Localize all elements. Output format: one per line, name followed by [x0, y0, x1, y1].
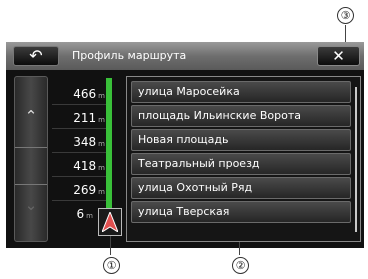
- distance-2: 211 m: [73, 111, 105, 125]
- callout-2: ②: [232, 257, 249, 274]
- scroll-up-button[interactable]: ⌃: [15, 103, 47, 129]
- distance-1: 466 m: [73, 87, 105, 101]
- close-icon: ✕: [332, 47, 345, 65]
- street-item[interactable]: улица Тверская: [131, 201, 351, 223]
- row-divider: [52, 200, 107, 201]
- callout-1-leader: [110, 236, 111, 255]
- street-item[interactable]: Театральный проезд: [131, 153, 351, 175]
- title-bar: ↶ Профиль маршрута ✕: [6, 42, 364, 70]
- street-list: улица Маросейка площадь Ильинские Ворота…: [126, 76, 361, 242]
- street-item[interactable]: улица Маросейка: [131, 81, 351, 103]
- row-divider: [52, 104, 107, 105]
- street-item[interactable]: площадь Ильинские Ворота: [131, 105, 351, 127]
- street-item[interactable]: Новая площадь: [131, 129, 351, 151]
- scroll-down-button[interactable]: ⌄: [15, 192, 47, 218]
- callout-3: ③: [337, 7, 354, 24]
- route-progress-bar: [106, 78, 112, 228]
- chevron-up-icon: ⌃: [24, 107, 38, 125]
- back-arrow-icon: ↶: [29, 46, 43, 65]
- chevron-down-icon: ⌄: [24, 196, 38, 214]
- callout-1: ①: [103, 257, 120, 274]
- scroll-column: ⌃ ⌄: [14, 76, 48, 242]
- distance-4: 418 m: [73, 159, 105, 173]
- distance-5: 269 m: [73, 183, 105, 197]
- row-divider: [52, 128, 107, 129]
- page-title: Профиль маршрута: [72, 49, 187, 62]
- scroll-thumb[interactable]: [15, 147, 47, 185]
- back-button[interactable]: ↶: [13, 46, 59, 66]
- row-divider: [52, 176, 107, 177]
- route-profile-screen: ↶ Профиль маршрута ✕ ⌃ ⌄ 466 m 211 m 348 m …: [6, 42, 364, 248]
- distance-3: 348 m: [73, 135, 105, 149]
- vehicle-arrow-icon: [102, 212, 118, 232]
- callout-2-leader: [239, 242, 240, 255]
- close-button[interactable]: ✕: [317, 46, 360, 66]
- list-scrollbar[interactable]: [355, 87, 357, 232]
- row-divider: [52, 152, 107, 153]
- street-item[interactable]: улица Охотный Ряд: [131, 177, 351, 199]
- current-position-marker: [98, 208, 122, 236]
- distance-6: 6m: [76, 207, 93, 221]
